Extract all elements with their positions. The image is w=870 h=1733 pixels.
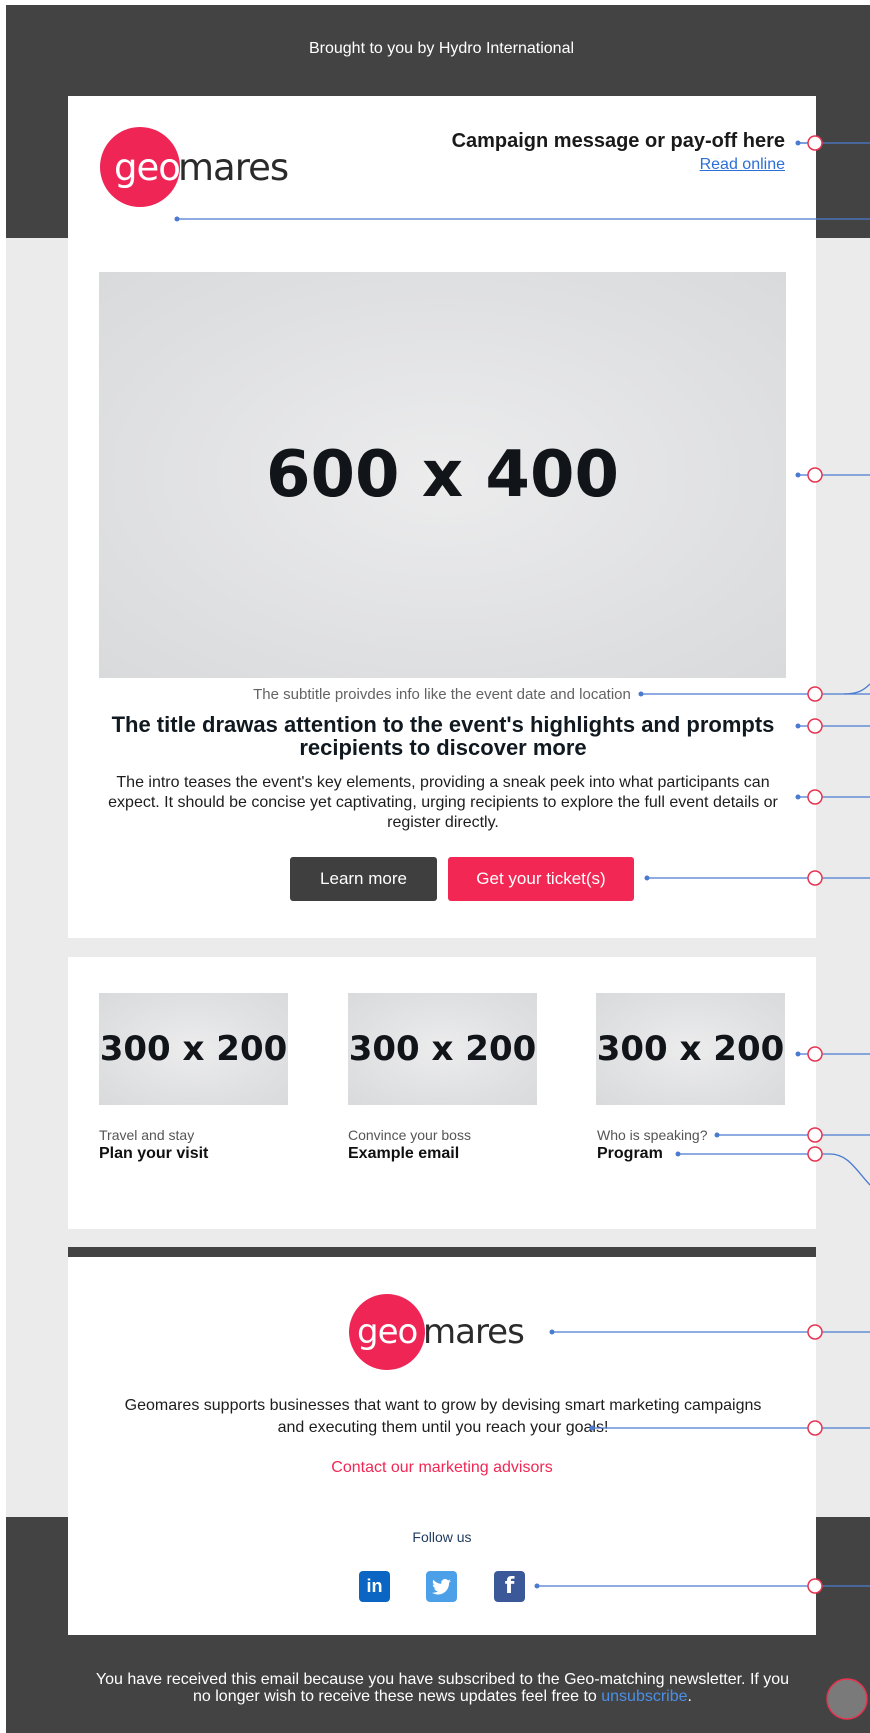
annotation-line (843, 683, 870, 695)
annotation-anchor (795, 794, 801, 800)
annotation-anchor (795, 472, 801, 478)
annotation-marker[interactable] (807, 718, 823, 734)
annotation-anchor (644, 875, 650, 881)
annotation-marker[interactable] (807, 789, 823, 805)
annotation-marker[interactable] (807, 1324, 823, 1340)
email-template-canvas: Brought to you by Hydro International ge… (0, 0, 870, 1733)
annotation-anchor (638, 691, 644, 697)
annotation-anchor (714, 1132, 720, 1138)
annotation-marker-large[interactable] (826, 1678, 868, 1720)
annotation-anchor (795, 140, 801, 146)
annotation-marker[interactable] (807, 1127, 823, 1143)
annotation-marker[interactable] (807, 1046, 823, 1062)
annotation-anchor (795, 723, 801, 729)
annotation-marker[interactable] (807, 1578, 823, 1594)
annotation-marker[interactable] (807, 1146, 823, 1162)
annotation-anchor (174, 216, 180, 222)
annotation-anchor (549, 1329, 555, 1335)
annotation-line (678, 1153, 870, 1186)
annotation-marker[interactable] (807, 870, 823, 886)
annotation-marker[interactable] (807, 135, 823, 151)
annotation-anchor (795, 1051, 801, 1057)
annotation-anchor (534, 1583, 540, 1589)
annotation-marker[interactable] (807, 467, 823, 483)
annotation-overlay (174, 135, 870, 1720)
annotation-anchor (589, 1425, 595, 1431)
annotation-anchor (675, 1151, 681, 1157)
annotation-marker[interactable] (807, 1420, 823, 1436)
annotation-marker[interactable] (807, 686, 823, 702)
